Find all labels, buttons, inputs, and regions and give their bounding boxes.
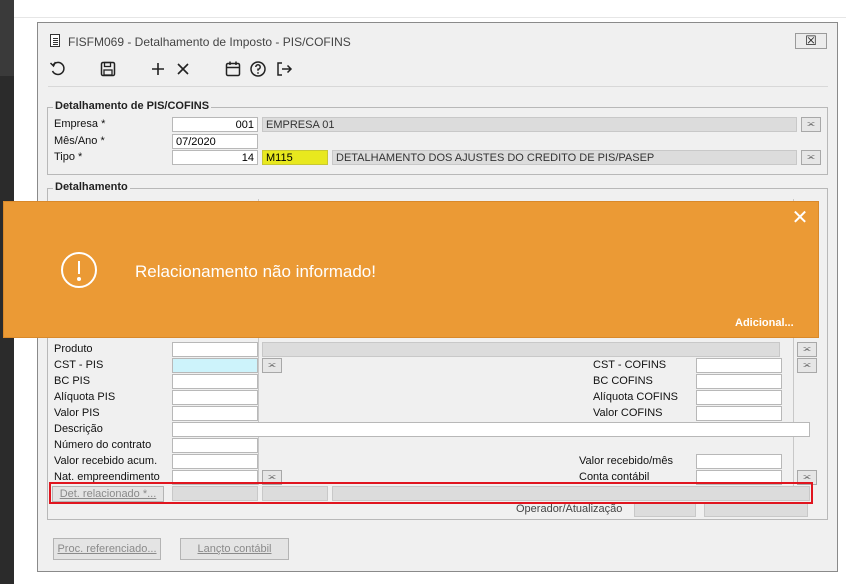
valor-recebido-acum-field[interactable] [172,454,258,469]
toolbar [38,57,837,85]
valor-recebido-mes-field[interactable] [696,454,782,469]
header-group-title: Detalhamento de PIS/COFINS [53,100,212,112]
empresa-label: Empresa * [54,118,106,130]
empresa-description: EMPRESA 01 [262,117,797,132]
cst-cofins-label: CST - COFINS [593,359,667,371]
tipo-code-field[interactable]: M115 [262,150,328,165]
aliquota-pis-label: Alíquota PIS [54,391,116,403]
lancto-contabil-button[interactable]: Lançto contábil [180,538,289,560]
cst-pis-lookup-button[interactable]: ⫘ [262,358,282,373]
warning-icon [61,252,97,288]
tipo-field[interactable]: 14 [172,150,258,165]
operador-field [634,502,696,517]
add-icon[interactable] [148,60,168,80]
bc-pis-label: BC PIS [54,375,91,387]
descricao-label: Descrição [54,423,103,435]
tipo-lookup-button[interactable]: ⫘ [801,150,821,165]
bc-cofins-label: BC COFINS [593,375,653,387]
toast-adicional-link[interactable]: Adicional... [735,317,794,329]
det-relacionado-highlight [49,482,813,504]
valor-pis-field[interactable] [172,406,258,421]
aliquota-pis-field[interactable] [172,390,258,405]
window-close-button[interactable]: ☒ [795,33,827,49]
toast-message: Relacionamento não informado! [135,262,376,281]
bc-cofins-field[interactable] [696,374,782,389]
aliquota-cofins-field[interactable] [696,390,782,405]
background-divider [14,17,846,18]
aliquota-cofins-label: Alíquota COFINS [593,391,678,403]
cst-cofins-field[interactable] [696,358,782,373]
help-icon[interactable] [248,60,268,80]
empresa-field[interactable]: 001 [172,117,258,132]
error-toast: Relacionamento não informado! ✕ Adiciona… [3,201,819,338]
numero-contrato-field[interactable] [172,438,258,453]
title-bar: FISFM069 - Detalhamento de Imposto - PIS… [38,23,837,57]
detail-group-title: Detalhamento [53,181,130,193]
produto-description [262,342,780,357]
produto-label: Produto [54,343,93,355]
numero-contrato-label: Número do contrato [54,439,152,451]
mesano-label: Mês/Ano * [54,135,105,147]
toast-close-icon[interactable]: ✕ [790,208,810,228]
empresa-lookup-button[interactable]: ⫘ [801,117,821,132]
calendar-icon[interactable] [223,60,243,80]
valor-pis-label: Valor PIS [54,407,100,419]
descricao-field[interactable] [172,422,810,437]
window-title: FISFM069 - Detalhamento de Imposto - PIS… [68,35,351,49]
tipo-description: DETALHAMENTO DOS AJUSTES DO CREDITO DE P… [332,150,797,165]
proc-referenciado-button[interactable]: Proc. referenciado... [53,538,161,560]
toolbar-separator [48,86,828,87]
save-icon[interactable] [98,60,118,80]
cst-pis-field[interactable] [172,358,258,373]
valor-cofins-label: Valor COFINS [593,407,663,419]
valor-recebido-acum-label: Valor recebido acum. [54,455,158,467]
refresh-icon[interactable] [48,60,68,80]
cst-pis-label: CST - PIS [54,359,104,371]
tipo-label: Tipo * [54,151,83,163]
delete-icon[interactable] [173,60,193,80]
atualizacao-field [704,502,808,517]
produto-field[interactable] [172,342,258,357]
mesano-field[interactable]: 07/2020 [172,134,258,149]
operador-label: Operador/Atualização [516,503,623,515]
valor-cofins-field[interactable] [696,406,782,421]
valor-recebido-mes-label: Valor recebido/mês [579,455,673,467]
header-group: Detalhamento de PIS/COFINS Empresa * 001… [47,100,828,175]
cst-cofins-lookup-button[interactable]: ⫘ [797,358,817,373]
produto-lookup-button[interactable]: ⫘ [797,342,817,357]
exit-icon[interactable] [274,60,294,80]
background-app-strip-highlight [0,0,14,76]
document-icon [50,34,60,47]
bc-pis-field[interactable] [172,374,258,389]
